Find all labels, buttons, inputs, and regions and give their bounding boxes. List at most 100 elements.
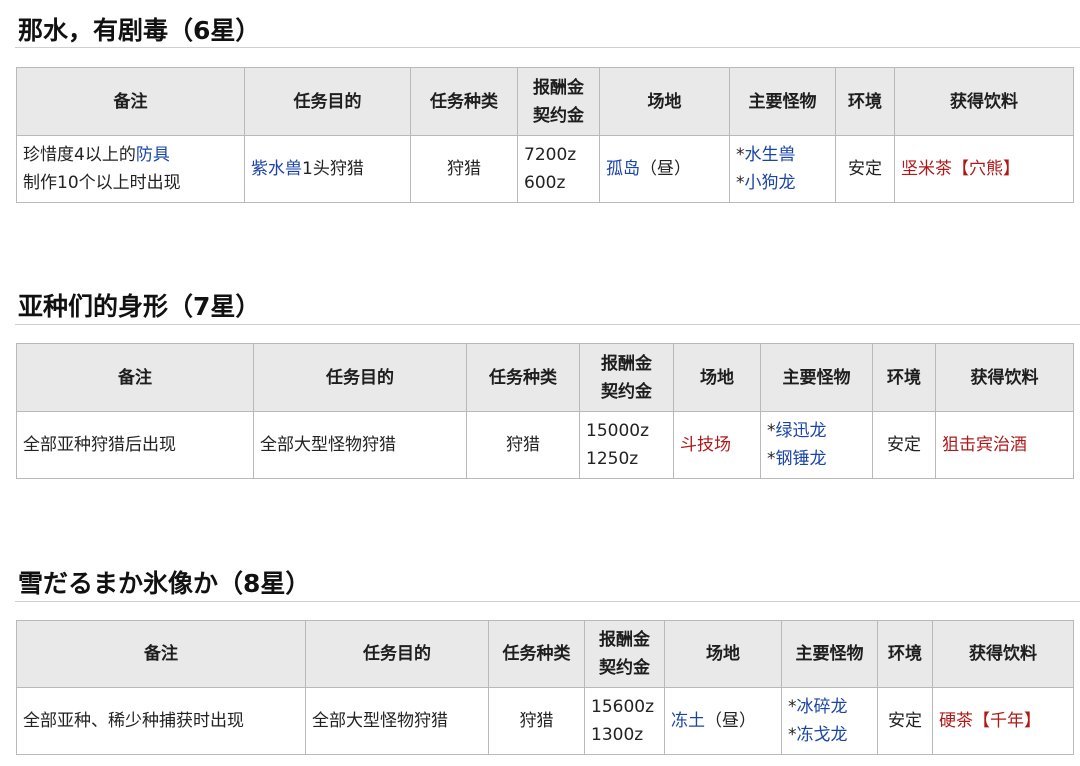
cell-type: 狩猎 [466, 411, 580, 479]
location-link[interactable]: 斗技场 [680, 435, 731, 455]
location-suffix: （昼） [705, 711, 756, 731]
monster-link[interactable]: 冰碎龙 [797, 697, 848, 717]
monster-link[interactable]: 水生兽 [745, 145, 796, 165]
header-fee: 契约金 [601, 381, 652, 402]
cell-env: 安定 [877, 687, 933, 755]
monster-link[interactable]: 钢锤龙 [776, 449, 827, 469]
note-text: 珍惜度4以上的 [23, 145, 136, 165]
cell-note: 全部亚种、稀少种捕获时出现 [16, 687, 306, 755]
fee-value: 1300z [591, 725, 644, 745]
header-drink: 获得饮料 [935, 343, 1074, 412]
fee-value: 1250z [586, 449, 639, 469]
monster-bullet: * [788, 697, 797, 717]
cell-reward-fee: 15000z 1250z [579, 411, 674, 479]
cell-monsters: *绿迅龙 *钢锤龙 [760, 411, 873, 479]
header-fee: 契约金 [599, 658, 650, 678]
title-divider [15, 324, 1080, 325]
cell-drink: 坚米茶【穴熊】 [894, 135, 1074, 203]
header-env: 环境 [835, 67, 895, 136]
header-type: 任务种类 [488, 620, 585, 688]
quest-table: 备注 任务目的 任务种类 报酬金 契约金 场地 主要怪物 环境 获得饮料 珍惜度… [16, 67, 1074, 203]
cell-objective: 紫水兽1头狩猎 [244, 135, 411, 203]
table-header-row: 备注 任务目的 任务种类 报酬金 契约金 场地 主要怪物 环境 获得饮料 [16, 67, 1074, 136]
header-objective: 任务目的 [244, 67, 411, 136]
quest-table: 备注 任务目的 任务种类 报酬金 契约金 场地 主要怪物 环境 获得饮料 全部亚… [16, 343, 1074, 479]
monster-bullet: * [788, 725, 797, 745]
monster-bullet: * [767, 421, 776, 441]
header-type: 任务种类 [466, 343, 580, 412]
cell-objective: 全部大型怪物狩猎 [253, 411, 467, 479]
header-objective: 任务目的 [253, 343, 467, 412]
header-location: 场地 [673, 343, 761, 412]
monster-link[interactable]: 冻戈龙 [797, 725, 848, 745]
header-monsters: 主要怪物 [729, 67, 836, 136]
header-location: 场地 [599, 67, 730, 136]
cell-location: 孤岛（昼） [599, 135, 730, 203]
header-reward: 报酬金 [599, 630, 650, 650]
title-divider [15, 601, 1080, 602]
cell-note: 珍惜度4以上的防具 制作10个以上时出现 [16, 135, 245, 203]
armor-link[interactable]: 防具 [136, 145, 170, 165]
cell-type: 狩猎 [410, 135, 518, 203]
header-env: 环境 [877, 620, 933, 688]
reward-value: 15000z [586, 421, 650, 441]
quest-title: 亚种们的身形（7星） [18, 292, 261, 321]
cell-type: 狩猎 [488, 687, 585, 755]
cell-location: 斗技场 [673, 411, 761, 479]
header-reward: 报酬金 [601, 353, 652, 374]
header-note: 备注 [16, 343, 254, 412]
drink-link[interactable]: 硬茶【千年】 [939, 711, 1041, 731]
quest-table: 备注 任务目的 任务种类 报酬金 契约金 场地 主要怪物 环境 获得饮料 全部亚… [16, 620, 1074, 755]
cell-monsters: *冰碎龙 *冻戈龙 [781, 687, 878, 755]
header-reward-fee: 报酬金 契约金 [584, 620, 665, 688]
cell-note: 全部亚种狩猎后出现 [16, 411, 254, 479]
cell-drink: 硬茶【千年】 [932, 687, 1074, 755]
header-monsters: 主要怪物 [781, 620, 878, 688]
table-header-row: 备注 任务目的 任务种类 报酬金 契约金 场地 主要怪物 环境 获得饮料 [16, 620, 1074, 688]
header-reward-fee: 报酬金 契约金 [517, 67, 600, 136]
monster-bullet: * [736, 173, 745, 193]
objective-text: 1头狩猎 [302, 159, 364, 179]
note-text: 制作10个以上时出现 [23, 173, 181, 193]
cell-drink: 狙击宾治酒 [935, 411, 1074, 479]
header-note: 备注 [16, 620, 306, 688]
table-header-row: 备注 任务目的 任务种类 报酬金 契约金 场地 主要怪物 环境 获得饮料 [16, 343, 1074, 412]
monster-link[interactable]: 紫水兽 [251, 159, 302, 179]
header-drink: 获得饮料 [932, 620, 1074, 688]
quest-title: 那水，有剧毒（6星） [18, 16, 261, 45]
monster-bullet: * [767, 449, 776, 469]
reward-value: 15600z [591, 697, 655, 717]
cell-env: 安定 [835, 135, 895, 203]
table-row: 全部亚种狩猎后出现 全部大型怪物狩猎 狩猎 15000z 1250z 斗技场 *… [16, 411, 1074, 479]
reward-value: 7200z [524, 145, 577, 165]
location-suffix: （昼） [640, 159, 691, 179]
table-row: 珍惜度4以上的防具 制作10个以上时出现 紫水兽1头狩猎 狩猎 7200z 60… [16, 135, 1074, 203]
monster-link[interactable]: 小狗龙 [745, 173, 796, 193]
header-location: 场地 [664, 620, 782, 688]
monster-bullet: * [736, 145, 745, 165]
cell-location: 冻土（昼） [664, 687, 782, 755]
drink-link[interactable]: 狙击宾治酒 [942, 435, 1027, 455]
header-reward: 报酬金 [533, 77, 584, 98]
cell-objective: 全部大型怪物狩猎 [305, 687, 489, 755]
header-env: 环境 [872, 343, 936, 412]
cell-env: 安定 [872, 411, 936, 479]
header-note: 备注 [16, 67, 245, 136]
title-divider [15, 47, 1080, 48]
table-row: 全部亚种、稀少种捕获时出现 全部大型怪物狩猎 狩猎 15600z 1300z 冻… [16, 687, 1074, 755]
header-monsters: 主要怪物 [760, 343, 873, 412]
cell-monsters: *水生兽 *小狗龙 [729, 135, 836, 203]
location-link[interactable]: 冻土 [671, 711, 705, 731]
cell-reward-fee: 15600z 1300z [584, 687, 665, 755]
header-type: 任务种类 [410, 67, 518, 136]
header-reward-fee: 报酬金 契约金 [579, 343, 674, 412]
monster-link[interactable]: 绿迅龙 [776, 421, 827, 441]
location-link[interactable]: 孤岛 [606, 159, 640, 179]
cell-reward-fee: 7200z 600z [517, 135, 600, 203]
fee-value: 600z [524, 173, 566, 193]
drink-link[interactable]: 坚米茶【穴熊】 [901, 159, 1020, 179]
header-objective: 任务目的 [305, 620, 489, 688]
header-fee: 契约金 [533, 105, 584, 126]
header-drink: 获得饮料 [894, 67, 1074, 136]
quest-title: 雪だるまか氷像か（8星） [18, 569, 311, 598]
